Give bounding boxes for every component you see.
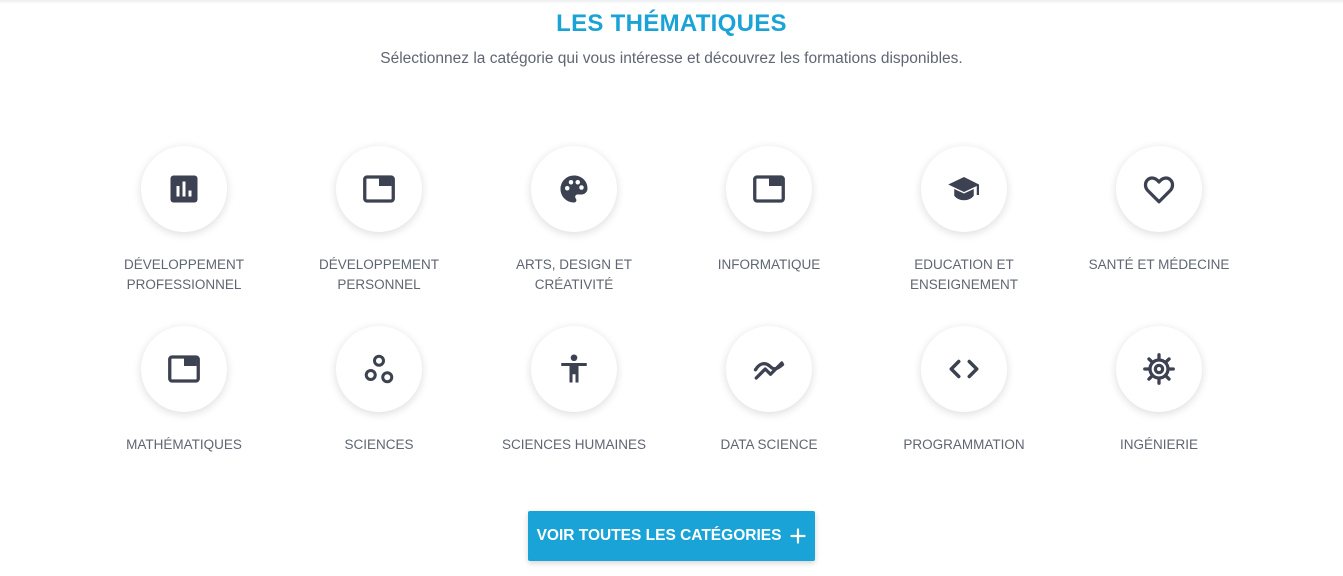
view-all-categories-button[interactable]: VOIR TOUTES LES CATÉGORIES (528, 511, 815, 561)
category-icon-circle (921, 326, 1007, 412)
category-mathematiques[interactable]: MATHÉMATIQUES (84, 326, 284, 455)
view-all-categories-label: VOIR TOUTES LES CATÉGORIES (536, 527, 782, 544)
category-label: SANTÉ ET MÉDECINE (1088, 257, 1230, 272)
graduation-cap-icon (948, 177, 979, 201)
window-icon (168, 355, 200, 383)
bar-chart-icon (170, 175, 198, 203)
code-icon (949, 359, 979, 379)
category-programmation[interactable]: PROGRAMMATION (864, 326, 1064, 455)
category-icon-circle (141, 146, 227, 232)
atoms-icon (364, 354, 394, 384)
category-icon-circle (336, 326, 422, 412)
window-icon (363, 175, 395, 203)
window-icon (753, 175, 785, 203)
category-developpement-professionnel[interactable]: DÉVELOPPEMENT PROFESSIONNEL (84, 146, 284, 295)
category-label: INFORMATIQUE (717, 257, 821, 272)
category-icon-circle (531, 146, 617, 232)
category-label: DÉVELOPPEMENT PROFESSIONNEL (123, 257, 245, 292)
category-education[interactable]: EDUCATION ET ENSEIGNEMENT (864, 146, 1064, 295)
category-label: INGÉNIERIE (1119, 437, 1198, 452)
category-sciences[interactable]: SCIENCES (279, 326, 479, 455)
category-label: SCIENCES HUMAINES (501, 437, 647, 452)
category-label: DÉVELOPPEMENT PERSONNEL (318, 257, 440, 292)
category-sante[interactable]: SANTÉ ET MÉDECINE (1059, 146, 1259, 275)
category-sciences-humaines[interactable]: SCIENCES HUMAINES (474, 326, 674, 455)
gear-icon (1143, 353, 1175, 385)
category-data-science[interactable]: DATA SCIENCE (669, 326, 869, 455)
heart-icon (1143, 176, 1175, 204)
category-icon-circle (531, 326, 617, 412)
category-developpement-personnel[interactable]: DÉVELOPPEMENT PERSONNEL (279, 146, 479, 295)
category-arts-design[interactable]: ARTS, DESIGN ET CRÉATIVITÉ (474, 146, 674, 295)
category-icon-circle (726, 326, 812, 412)
category-label: DATA SCIENCE (720, 437, 818, 452)
category-informatique[interactable]: INFORMATIQUE (669, 146, 869, 275)
palette-icon (560, 175, 588, 203)
category-icon-circle (921, 146, 1007, 232)
category-label: EDUCATION ET ENSEIGNEMENT (909, 257, 1018, 292)
trend-icon (753, 361, 785, 380)
category-icon-circle (336, 146, 422, 232)
category-label: SCIENCES (344, 437, 414, 452)
category-ingenierie[interactable]: INGÉNIERIE (1059, 326, 1259, 455)
human-icon (561, 354, 587, 383)
category-icon-circle (726, 146, 812, 232)
plus-icon (790, 528, 807, 544)
category-icon-circle (141, 326, 227, 412)
category-label: ARTS, DESIGN ET CRÉATIVITÉ (515, 257, 633, 292)
category-label: PROGRAMMATION (903, 437, 1025, 452)
category-grid: DÉVELOPPEMENT PROFESSIONNEL DÉVELOPPEMEN… (0, 0, 1343, 576)
category-icon-circle (1116, 146, 1202, 232)
category-label: MATHÉMATIQUES (126, 437, 242, 452)
category-icon-circle (1116, 326, 1202, 412)
